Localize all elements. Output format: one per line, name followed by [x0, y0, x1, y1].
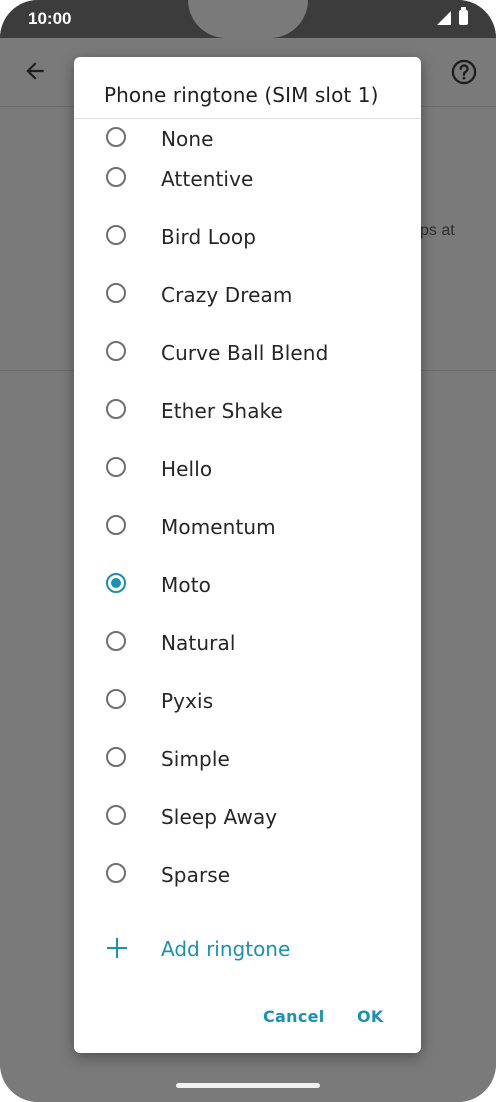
ringtone-dialog: Phone ringtone (SIM slot 1) None Attenti… [74, 57, 421, 1053]
option-label: Crazy Dream [161, 283, 293, 307]
status-time: 10:00 [28, 9, 72, 28]
signal-icon [437, 11, 451, 25]
option-label: Sparse [161, 863, 231, 887]
radio-button[interactable] [106, 689, 126, 709]
home-indicator[interactable] [176, 1083, 320, 1088]
ringtone-option-bird-loop[interactable]: Bird Loop [74, 217, 421, 275]
option-label: Ether Shake [161, 399, 283, 423]
add-ringtone-label: Add ringtone [161, 937, 291, 961]
ok-button[interactable]: OK [357, 1007, 384, 1026]
option-label: Momentum [161, 515, 276, 539]
option-label: Bird Loop [161, 225, 257, 249]
option-label: Hello [161, 457, 213, 481]
plus-icon [107, 938, 127, 958]
option-label: None [161, 127, 214, 151]
background-partial-text: ps at [420, 222, 455, 239]
status-icons [437, 7, 468, 25]
radio-button[interactable] [106, 863, 126, 883]
radio-button[interactable] [106, 283, 126, 303]
help-icon[interactable] [450, 58, 478, 86]
dialog-actions: Cancel OK [74, 1003, 421, 1031]
device-frame: 10:00 ps at Phone ringtone (SIM slot 1) … [0, 0, 496, 1102]
option-label: Sleep Away [161, 805, 278, 829]
radio-button[interactable] [106, 515, 126, 535]
ringtone-option-attentive[interactable]: Attentive [74, 159, 421, 217]
ringtone-option-sleep-away[interactable]: Sleep Away [74, 797, 421, 855]
radio-button[interactable] [106, 225, 126, 245]
ringtone-option-curve-ball-blend[interactable]: Curve Ball Blend [74, 333, 421, 391]
ringtone-option-momentum[interactable]: Momentum [74, 507, 421, 565]
option-label: Pyxis [161, 689, 214, 713]
radio-button[interactable] [106, 127, 126, 147]
ringtone-option-ether-shake[interactable]: Ether Shake [74, 391, 421, 449]
status-bar: 10:00 [0, 0, 496, 38]
option-label: Attentive [161, 167, 254, 191]
ringtone-option-hello[interactable]: Hello [74, 449, 421, 507]
add-ringtone-button[interactable]: Add ringtone [74, 931, 421, 967]
option-label: Natural [161, 631, 236, 655]
ringtone-option-moto[interactable]: Moto [74, 565, 421, 623]
ringtone-option-simple[interactable]: Simple [74, 739, 421, 797]
ringtone-option-none[interactable]: None [74, 119, 421, 159]
camera-notch [188, 0, 308, 38]
cancel-button[interactable]: Cancel [263, 1007, 325, 1026]
back-arrow-icon[interactable] [22, 58, 48, 84]
ringtone-option-crazy-dream[interactable]: Crazy Dream [74, 275, 421, 333]
radio-button[interactable] [106, 805, 126, 825]
ringtone-option-sparse[interactable]: Sparse [74, 855, 421, 913]
radio-button[interactable] [106, 747, 126, 767]
ringtone-option-pyxis[interactable]: Pyxis [74, 681, 421, 739]
radio-button[interactable] [106, 167, 126, 187]
phone-screen: 10:00 ps at Phone ringtone (SIM slot 1) … [0, 0, 496, 1102]
option-label: Moto [161, 573, 211, 597]
radio-button[interactable] [106, 399, 126, 419]
radio-button[interactable] [106, 341, 126, 361]
option-label: Curve Ball Blend [161, 341, 329, 365]
ringtone-list[interactable]: None Attentive Bird Loop Crazy Dream Cur… [74, 119, 421, 913]
ringtone-option-natural[interactable]: Natural [74, 623, 421, 681]
option-label: Simple [161, 747, 230, 771]
radio-button[interactable] [106, 631, 126, 651]
battery-icon [459, 7, 468, 25]
radio-button-selected[interactable] [106, 573, 126, 593]
dialog-title: Phone ringtone (SIM slot 1) [104, 83, 379, 107]
radio-button[interactable] [106, 457, 126, 477]
